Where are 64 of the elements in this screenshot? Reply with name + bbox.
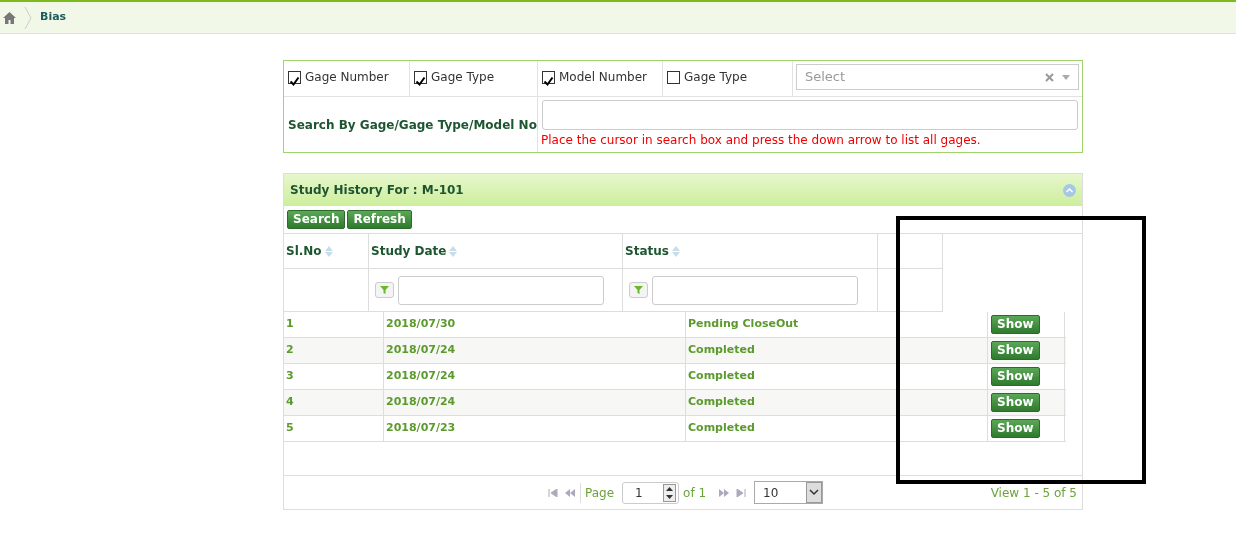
- date-cell: 2018/07/23: [384, 416, 686, 441]
- page-count: of 1: [683, 484, 707, 502]
- column-header[interactable]: Status: [625, 242, 669, 260]
- filter-field[interactable]: [652, 275, 858, 305]
- next-page-icon[interactable]: [718, 488, 731, 497]
- search-field[interactable]: [542, 100, 1078, 130]
- show-button[interactable]: Show: [991, 419, 1040, 438]
- checkbox[interactable]: [542, 71, 555, 84]
- sort-icon[interactable]: [449, 245, 458, 257]
- checkbox[interactable]: [667, 71, 680, 84]
- filter-icon[interactable]: [380, 286, 389, 294]
- breadcrumb-current: Bias: [40, 9, 67, 26]
- show-button[interactable]: Show: [991, 367, 1040, 386]
- select-placeholder: Select: [805, 68, 846, 87]
- sort-icon[interactable]: [324, 245, 333, 257]
- show-button[interactable]: Show: [991, 315, 1040, 334]
- row-number: 3: [284, 364, 384, 389]
- date-cell: 2018/07/24: [384, 338, 686, 363]
- search-label: Search By Gage/Gage Type/Model No: [284, 97, 538, 152]
- checkbox-label: Model Number: [559, 69, 648, 86]
- checkbox-label: Gage Number: [305, 69, 389, 86]
- filter-icon[interactable]: [634, 286, 643, 294]
- dropdown-icon[interactable]: [806, 482, 823, 503]
- record-summary: View 1 - 5 of 5: [990, 484, 1077, 502]
- status-cell: Completed: [686, 390, 988, 415]
- status-cell: Completed: [686, 338, 988, 363]
- sort-icon[interactable]: [671, 245, 680, 257]
- home-icon[interactable]: [3, 11, 16, 24]
- page-size-select[interactable]: 10: [754, 481, 824, 504]
- status-cell: Pending CloseOut: [686, 312, 988, 337]
- date-cell: 2018/07/30: [384, 312, 686, 337]
- status-cell: Completed: [686, 364, 988, 389]
- checkbox[interactable]: [288, 71, 301, 84]
- page-label: Page: [585, 484, 615, 502]
- collapse-icon[interactable]: [1063, 183, 1076, 197]
- row-number: 4: [284, 390, 384, 415]
- filter-button[interactable]: [375, 282, 394, 298]
- spinner-icon[interactable]: [663, 483, 677, 502]
- row-number: 1: [284, 312, 384, 337]
- show-button[interactable]: Show: [991, 393, 1040, 412]
- column-header[interactable]: Study Date: [371, 242, 447, 260]
- select-field[interactable]: Select: [796, 64, 1079, 90]
- clear-icon[interactable]: [1045, 72, 1054, 82]
- date-cell: 2018/07/24: [384, 390, 686, 415]
- checkbox-label: Gage Type: [684, 69, 748, 86]
- refresh-button[interactable]: Refresh: [347, 210, 412, 229]
- checkbox-label: Gage Type: [431, 69, 495, 86]
- filter-button[interactable]: [629, 282, 648, 298]
- column-header[interactable]: Sl.No: [286, 242, 322, 260]
- status-cell: Completed: [686, 416, 988, 441]
- breadcrumb-separator-icon: [24, 6, 32, 29]
- checkbox[interactable]: [414, 71, 427, 84]
- last-page-icon[interactable]: [736, 488, 747, 497]
- search-button[interactable]: Search: [287, 210, 346, 229]
- row-number: 5: [284, 416, 384, 441]
- panel-title: Study History For : M-101: [290, 182, 464, 199]
- date-cell: 2018/07/24: [384, 364, 686, 389]
- show-button[interactable]: Show: [991, 341, 1040, 360]
- page-number-field[interactable]: 1: [622, 481, 680, 504]
- search-hint: Place the cursor in search box and press the down arrow to list all gages.: [540, 132, 982, 149]
- first-page-icon[interactable]: [548, 488, 558, 497]
- row-number: 2: [284, 338, 384, 363]
- previous-page-icon[interactable]: [564, 488, 576, 497]
- filter-field[interactable]: [398, 275, 604, 305]
